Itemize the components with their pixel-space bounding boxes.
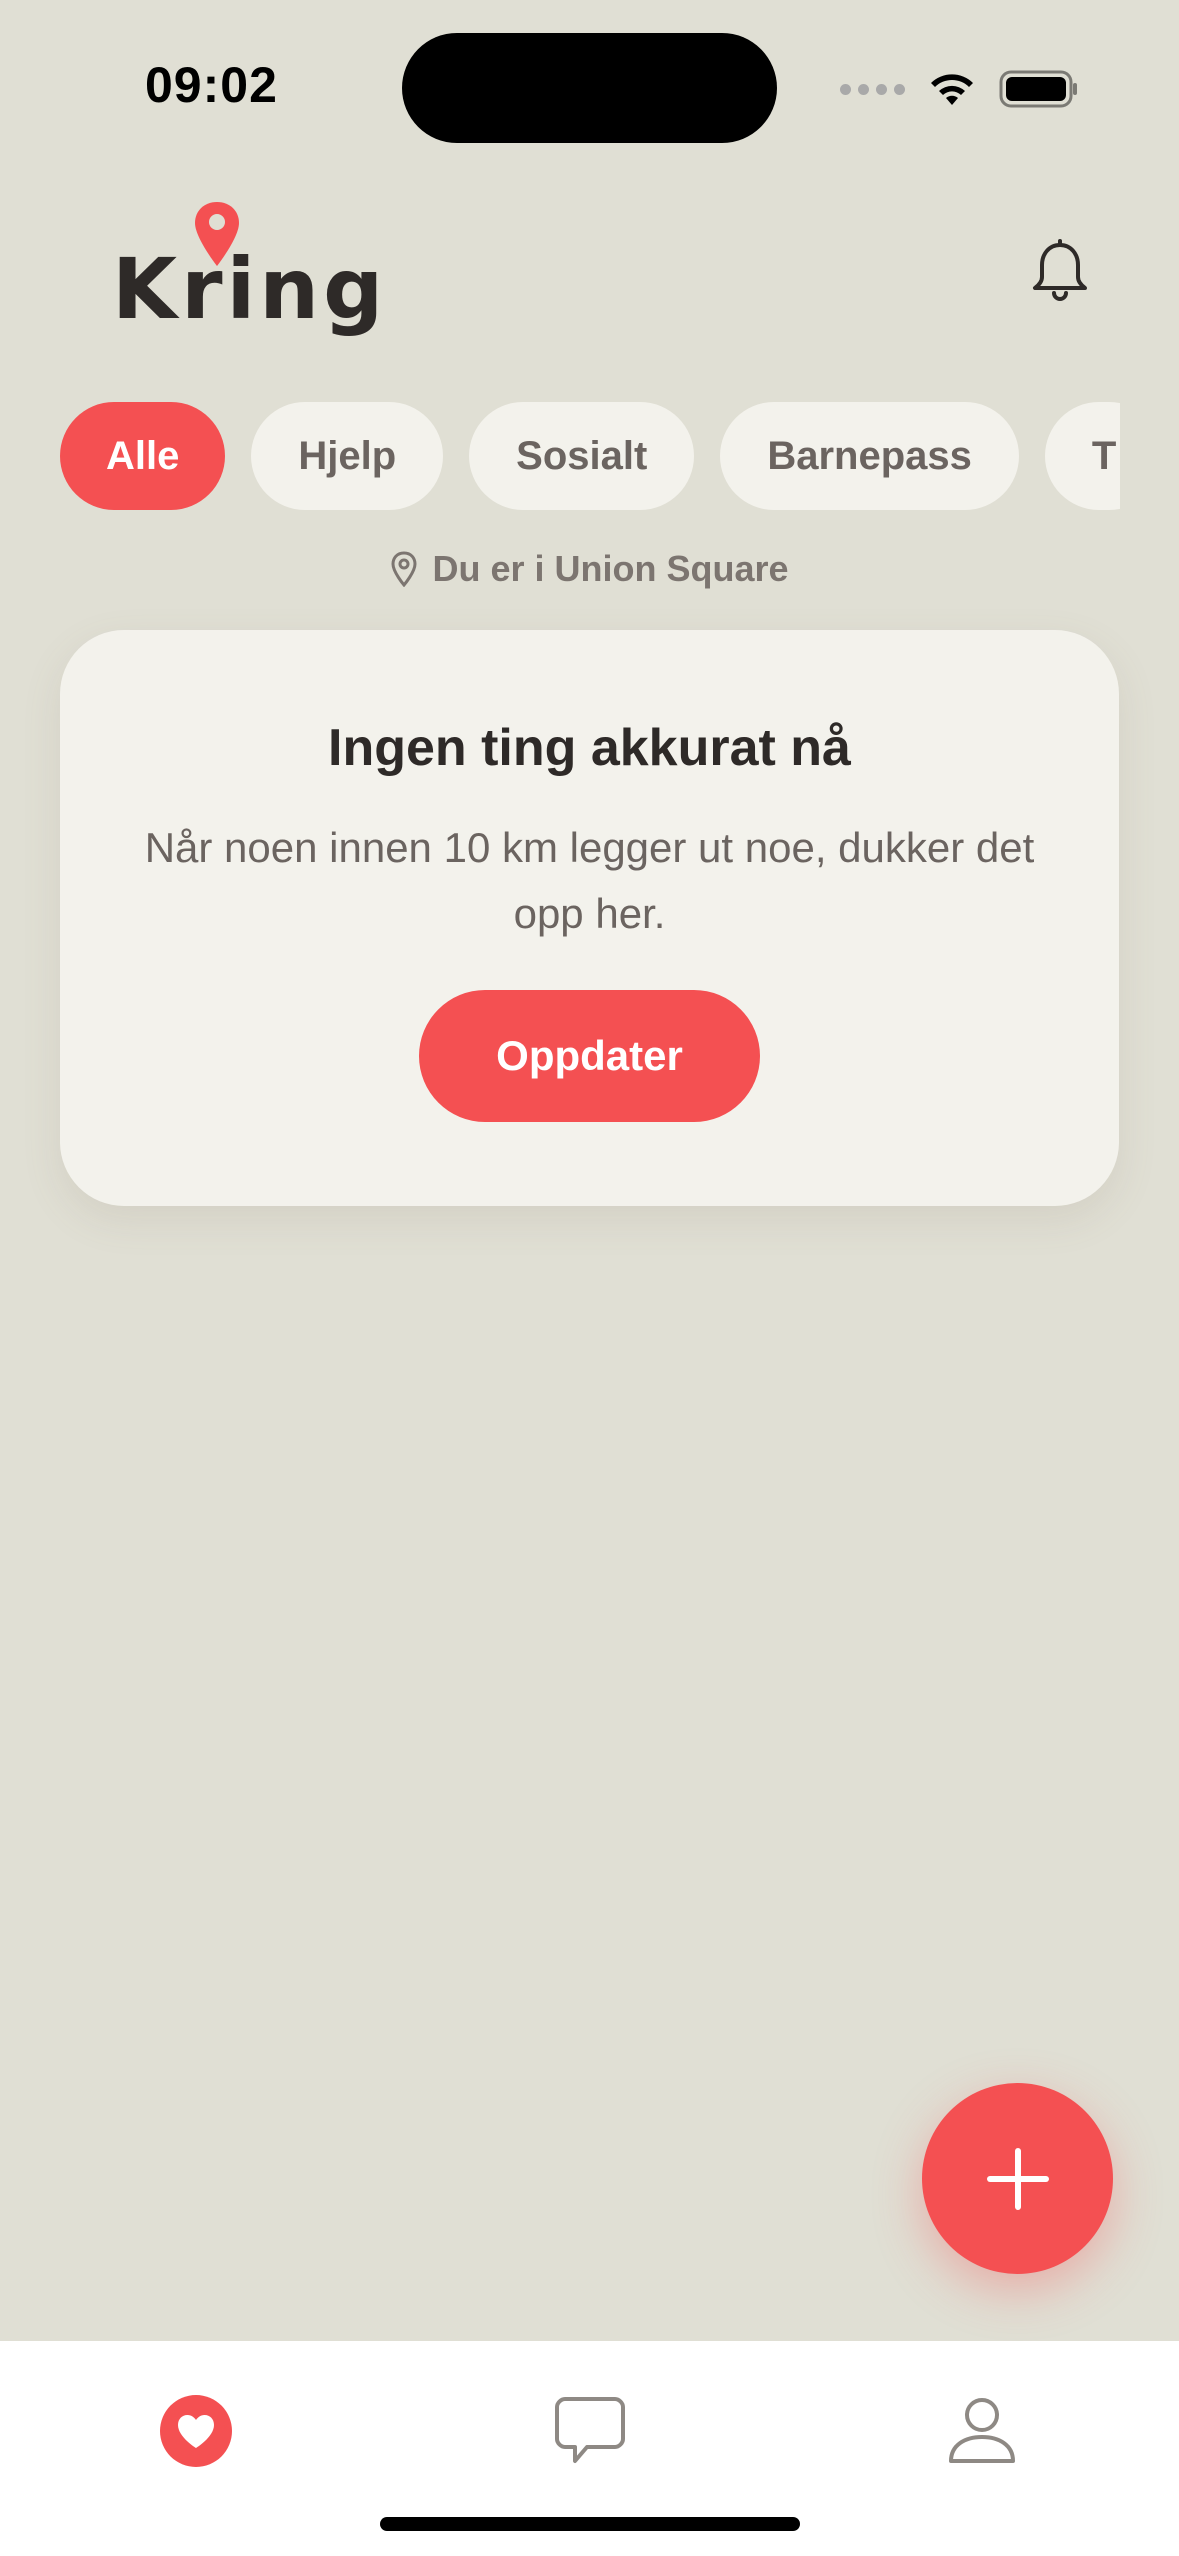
empty-state-title: Ingen ting akkurat nå [328, 719, 851, 777]
home-indicator [380, 2517, 800, 2531]
filter-chip-sosialt[interactable]: Sosialt [469, 402, 695, 510]
empty-state-message: Når noen innen 10 km legger ut noe, dukk… [144, 824, 1035, 937]
filter-chip-barnepass[interactable]: Barnepass [720, 402, 1019, 510]
profile-icon [949, 2398, 1015, 2463]
plus-icon [986, 2147, 1049, 2210]
app-logo: Kring [112, 200, 383, 340]
status-icons [840, 64, 1079, 114]
filter-chips: Alle Hjelp Sosialt Barnepass T [60, 400, 1120, 512]
location-text: Du er i Union Square [432, 548, 789, 589]
cellular-signal-icon [840, 83, 905, 95]
heart-icon [160, 2395, 232, 2467]
chat-bubble-icon [555, 2397, 625, 2463]
filter-chip-alle[interactable]: Alle [60, 402, 226, 510]
current-location: Du er i Union Square [0, 548, 1179, 590]
create-post-button[interactable] [922, 2083, 1113, 2274]
filter-chip-hjelp[interactable]: Hjelp [251, 402, 444, 510]
tab-profile[interactable] [932, 2381, 1032, 2481]
map-pin-icon [195, 202, 239, 266]
empty-state-card: Ingen ting akkurat nå Når noen innen 10 … [60, 630, 1119, 1206]
location-pin-icon [391, 551, 417, 587]
logo-text: Kring [112, 240, 388, 338]
notifications-button[interactable] [1020, 232, 1100, 312]
battery-icon [999, 70, 1077, 108]
wifi-icon [931, 74, 973, 105]
app-screen: 09:02 Kring Alle Hjelp Sosialt Barnepass… [0, 0, 1179, 2556]
filter-chip-partial[interactable]: T [1044, 402, 1120, 510]
tab-messages[interactable] [540, 2381, 640, 2481]
status-time: 09:02 [145, 57, 278, 113]
refresh-button[interactable]: Oppdater [419, 990, 760, 1122]
dynamic-island [402, 33, 777, 143]
tab-home[interactable] [146, 2381, 246, 2481]
bell-icon [1033, 239, 1087, 301]
